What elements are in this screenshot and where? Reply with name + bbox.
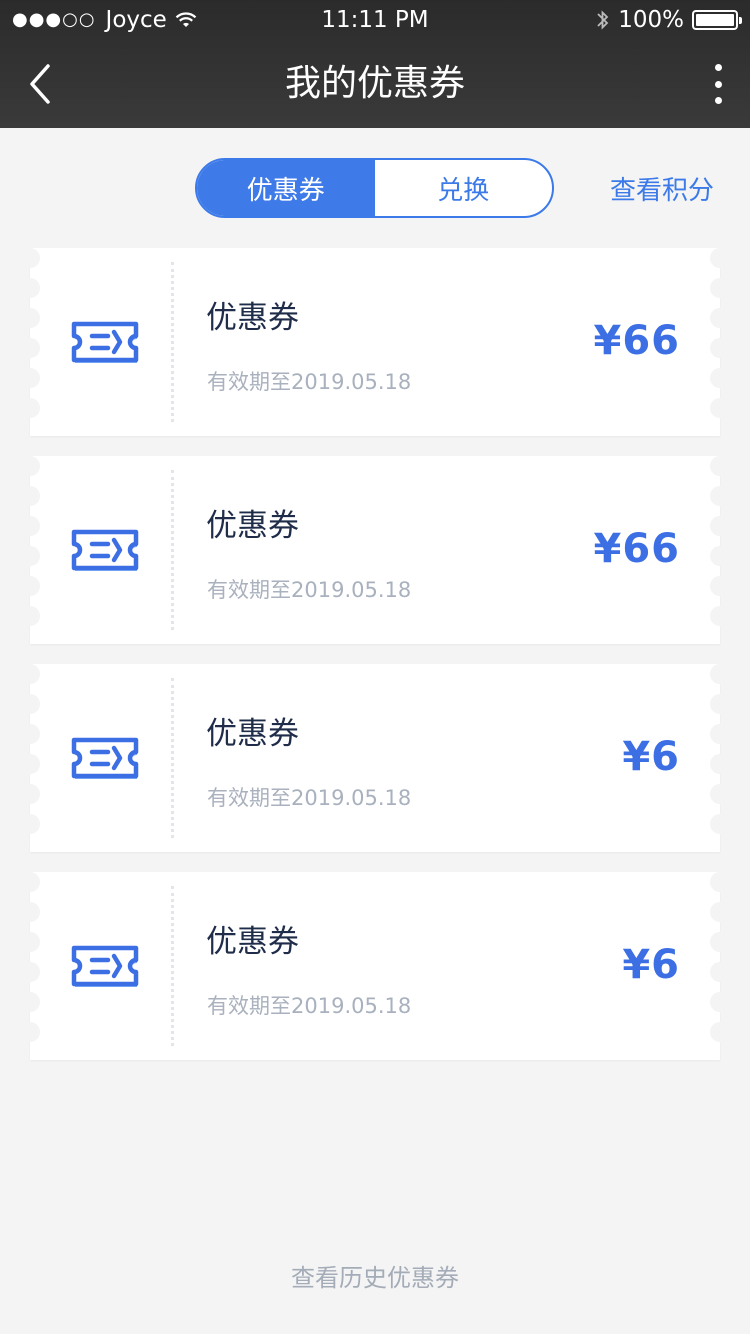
ticket-edge-notch <box>20 962 40 982</box>
ticket-edge-notch <box>710 486 730 506</box>
coupon-amount: ¥66 <box>593 526 680 572</box>
status-bar: ●●●○○ Joyce 11:11 PM 100% <box>0 0 750 40</box>
ticket-edge-notch <box>20 814 40 834</box>
perforation-divider <box>171 886 174 1046</box>
coupon-card[interactable]: 优惠券有效期至2019.05.18 ¥66 <box>20 248 730 436</box>
ticket-edge-notch <box>710 962 730 982</box>
coupon-card[interactable]: 优惠券有效期至2019.05.18 ¥66 <box>20 456 730 644</box>
ticket-edge-notch <box>710 814 730 834</box>
ticket-edge-notch <box>20 1022 40 1042</box>
coupon-validity: 有效期至2019.05.18 <box>207 578 412 602</box>
ticket-edge-notch <box>710 516 730 536</box>
ticket-edge-notch <box>710 694 730 714</box>
ticket-edge-notch <box>710 368 730 388</box>
ticket-edge-notch <box>710 398 730 418</box>
ticket-edge-notch <box>710 308 730 328</box>
status-right: 100% <box>596 0 742 40</box>
view-points-link[interactable]: 查看积分 <box>610 170 714 207</box>
ticket-edge-notch <box>20 754 40 774</box>
ticket-icon <box>71 945 139 987</box>
ticket-edge-notch <box>20 248 40 268</box>
ticket-edge-notch <box>710 784 730 804</box>
ticket-edge-notch <box>20 872 40 892</box>
bluetooth-icon <box>597 10 609 30</box>
ticket-edge-notch <box>20 576 40 596</box>
ticket-edge-notch <box>20 278 40 298</box>
coupon-amount: ¥6 <box>622 734 680 780</box>
ticket-edge-notch <box>710 724 730 744</box>
view-history-coupons-link[interactable]: 查看历史优惠券 <box>0 1258 750 1293</box>
ticket-edge-notch <box>710 576 730 596</box>
ticket-edge-notch <box>20 456 40 476</box>
perforation-divider <box>171 470 174 630</box>
ticket-edge-notch <box>710 606 730 626</box>
perforation-divider <box>171 678 174 838</box>
top-bar: ●●●○○ Joyce 11:11 PM 100% 我的优惠券 <box>0 0 750 128</box>
ticket-edge-notch <box>20 724 40 744</box>
ticket-edge-notch <box>20 516 40 536</box>
ticket-edge-notch <box>710 546 730 566</box>
coupon-title: 优惠券 <box>206 300 299 336</box>
ticket-edge-notch <box>20 902 40 922</box>
ticket-edge-notch <box>710 754 730 774</box>
ticket-edge-notch <box>20 398 40 418</box>
ticket-edge-notch <box>20 606 40 626</box>
ticket-edge-notch <box>20 308 40 328</box>
ticket-edge-notch <box>710 456 730 476</box>
coupon-card[interactable]: 优惠券有效期至2019.05.18 ¥6 <box>20 872 730 1060</box>
ticket-edge-notch <box>710 932 730 952</box>
ticket-edge-notch <box>20 932 40 952</box>
coupon-amount: ¥6 <box>622 942 680 988</box>
ticket-edge-notch <box>20 784 40 804</box>
ticket-edge-notch <box>710 902 730 922</box>
coupon-amount: ¥66 <box>593 318 680 364</box>
tab-exchange[interactable]: 兑换 <box>375 160 553 216</box>
segmented-control: 优惠券 兑换 <box>195 158 554 218</box>
ticket-edge-notch <box>20 338 40 358</box>
ticket-edge-notch <box>710 248 730 268</box>
coupon-validity: 有效期至2019.05.18 <box>207 994 412 1018</box>
battery-percent: 100% <box>618 7 684 33</box>
navigation-bar: 我的优惠券 <box>0 40 750 128</box>
coupon-title: 优惠券 <box>206 924 299 960</box>
coupon-validity: 有效期至2019.05.18 <box>207 786 412 810</box>
tab-coupons[interactable]: 优惠券 <box>197 160 375 216</box>
coupon-title: 优惠券 <box>206 716 299 752</box>
ticket-icon <box>71 321 139 363</box>
ticket-edge-notch <box>710 338 730 358</box>
page-title: 我的优惠券 <box>284 63 465 104</box>
ticket-edge-notch <box>710 278 730 298</box>
coupon-title: 优惠券 <box>206 508 299 544</box>
ticket-icon <box>71 737 139 779</box>
more-vertical-icon[interactable] <box>708 62 728 106</box>
coupon-validity: 有效期至2019.05.18 <box>207 370 412 394</box>
ticket-edge-notch <box>20 486 40 506</box>
ticket-edge-notch <box>20 368 40 388</box>
ticket-edge-notch <box>710 872 730 892</box>
ticket-edge-notch <box>20 694 40 714</box>
battery-icon <box>692 10 742 30</box>
ticket-edge-notch <box>710 992 730 1012</box>
ticket-edge-notch <box>710 1022 730 1042</box>
ticket-edge-notch <box>20 546 40 566</box>
ticket-edge-notch <box>20 664 40 684</box>
perforation-divider <box>171 262 174 422</box>
coupon-card[interactable]: 优惠券有效期至2019.05.18 ¥6 <box>20 664 730 852</box>
ticket-edge-notch <box>710 664 730 684</box>
ticket-icon <box>71 529 139 571</box>
ticket-edge-notch <box>20 992 40 1012</box>
